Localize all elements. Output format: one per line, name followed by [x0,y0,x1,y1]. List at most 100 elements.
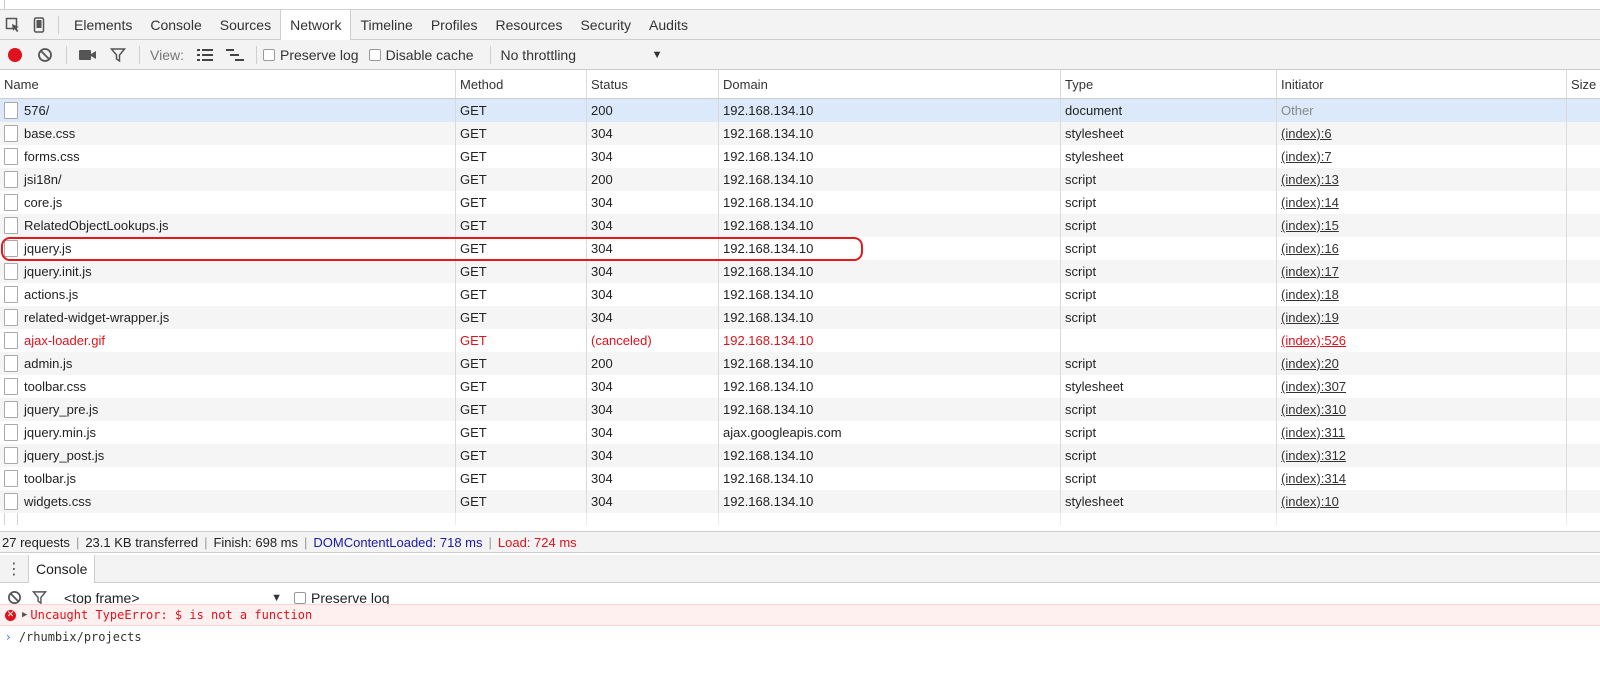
table-row-partial[interactable] [0,513,1600,525]
capture-screenshots-button[interactable] [73,41,103,69]
initiator-link[interactable]: (index):6 [1281,126,1332,141]
error-text: Uncaught TypeError: $ is not a function [30,608,313,622]
table-row[interactable]: toolbar.css GET 304 192.168.134.10 styleshee… [0,375,1600,398]
column-header-size[interactable]: Size [1567,70,1600,98]
column-header-type[interactable]: Type [1061,70,1277,98]
cell-method [456,513,587,525]
initiator-link[interactable]: (index):14 [1281,195,1339,210]
drawer-tab-console[interactable]: Console [28,555,96,583]
table-row[interactable]: jquery_post.js GET 304 192.168.134.10 script… [0,444,1600,467]
table-row[interactable]: admin.js GET 200 192.168.134.10 script (index… [0,352,1600,375]
tab-resources[interactable]: Resources [487,10,572,40]
waterfall-view-button[interactable] [220,41,250,69]
chevron-down-icon: ▼ [271,591,282,604]
disable-cache-checkbox[interactable]: Disable cache [368,47,474,63]
table-row[interactable]: widgets.css GET 304 192.168.134.10 styleshee… [0,490,1600,513]
tab-console[interactable]: Console [141,10,210,40]
file-icon [4,401,18,418]
column-header-method[interactable]: Method [456,70,587,98]
table-row[interactable]: ajax-loader.gif GET (canceled) 192.168.134.… [0,329,1600,352]
column-header-domain[interactable]: Domain [719,70,1061,98]
table-row[interactable]: RelatedObjectLookups.js GET 304 192.168.134… [0,214,1600,237]
tab-profiles[interactable]: Profiles [422,10,487,40]
cell-type: stylesheet [1061,490,1277,513]
transferred-size: 23.1 KB transferred [85,534,199,550]
cell-status: 304 [587,490,719,513]
column-header-initiator[interactable]: Initiator [1277,70,1567,98]
clear-button[interactable] [30,41,60,69]
checkbox-box[interactable] [368,48,381,61]
checkbox-box[interactable] [262,48,275,61]
file-icon [4,332,18,349]
cell-status: 200 [587,168,719,191]
prompt-chevron-icon: › [6,630,11,644]
table-row[interactable]: 576/GET 200 192.168.134.10 document Other [0,99,1600,122]
initiator-link[interactable]: (index):16 [1281,241,1339,256]
resource-name: toolbar.js [24,471,77,486]
initiator-link[interactable]: (index):526 [1281,333,1346,348]
initiator-link[interactable]: (index):310 [1281,402,1346,417]
table-row[interactable]: actions.js GET 304 192.168.134.10 script (ind… [0,283,1600,306]
initiator-link[interactable]: (index):17 [1281,264,1339,279]
kebab-icon[interactable]: ⋮ [0,559,28,579]
tab-audits[interactable]: Audits [640,10,697,40]
resource-name: jquery_pre.js [24,402,99,417]
initiator-link[interactable]: (index):10 [1281,494,1339,509]
initiator-link[interactable]: (index):312 [1281,448,1346,463]
filter-button[interactable] [103,41,133,69]
initiator-link[interactable]: (index):314 [1281,471,1346,486]
tab-security[interactable]: Security [571,10,640,40]
cell-status: 304 [587,260,719,283]
record-icon [8,47,22,62]
preserve-log-label: Preserve log [279,46,359,63]
initiator-link[interactable]: (index):20 [1281,356,1339,371]
cell-name: core.js [0,191,456,214]
column-header-name[interactable]: Name [0,70,456,98]
initiator-link[interactable]: (index):18 [1281,287,1339,302]
throttling-select[interactable]: No throttling ▼ [501,47,663,63]
console-error-message[interactable]: ✕ ▶ Uncaught TypeError: $ is not a funct… [0,604,1600,626]
initiator-link[interactable]: (index):7 [1281,149,1332,164]
toolbar-separator [489,45,491,64]
checkbox-box[interactable] [294,591,306,604]
table-row[interactable]: core.js GET 304 192.168.134.10 script (index)… [0,191,1600,214]
initiator-link[interactable]: (index):19 [1281,310,1339,325]
tab-timeline[interactable]: Timeline [351,10,421,40]
initiator-link[interactable]: (index):307 [1281,379,1346,394]
file-icon [4,148,18,165]
cell-status: 304 [587,398,719,421]
cell-type: stylesheet [1061,145,1277,168]
tab-network[interactable]: Network [280,9,352,41]
record-button[interactable] [0,41,30,69]
cell-initiator: (index):310 [1277,398,1567,421]
resource-name: ajax-loader.gif [24,333,105,348]
cell-status: 304 [587,283,719,306]
filter-icon [31,591,47,605]
initiator-link[interactable]: (index):311 [1281,425,1345,440]
cell-name: related-widget-wrapper.js [0,306,456,329]
table-row[interactable]: related-widget-wrapper.js GET 304 192.168.1… [0,306,1600,329]
console-filter-button[interactable] [28,590,50,605]
tab-sources[interactable]: Sources [211,10,280,40]
tabbar-separator [58,15,59,34]
tab-elements[interactable]: Elements [65,10,141,40]
table-row[interactable]: jquery_pre.js GET 304 192.168.134.10 script (… [0,398,1600,421]
table-row[interactable]: jquery.init.js GET 304 192.168.134.10 script… [0,260,1600,283]
device-icon[interactable] [26,11,52,39]
table-row[interactable]: base.css GET 304 192.168.134.10 stylesheet (i… [0,122,1600,145]
initiator-link[interactable]: (index):13 [1281,172,1339,187]
table-row[interactable]: jquery.min.js GET 304 ajax.googleapis.com sc… [0,421,1600,444]
column-header-status[interactable]: Status [587,70,719,98]
list-view-button[interactable] [190,41,220,69]
cell-status: 304 [587,145,719,168]
inspect-icon[interactable] [0,11,26,39]
cell-domain: 192.168.134.10 [719,99,1061,122]
table-row[interactable]: jsi18n/GET 200 192.168.134.10 script (index)… [0,168,1600,191]
console-clear-button[interactable] [0,590,28,605]
cell-type: script [1061,352,1277,375]
table-row[interactable]: toolbar.js GET 304 192.168.134.10 script (ind… [0,467,1600,490]
preserve-log-checkbox[interactable]: Preserve log [262,46,359,63]
table-row[interactable]: forms.css GET 304 192.168.134.10 stylesheet (… [0,145,1600,168]
initiator-link[interactable]: (index):15 [1281,218,1339,233]
expand-triangle-icon[interactable]: ▶ [22,610,27,620]
